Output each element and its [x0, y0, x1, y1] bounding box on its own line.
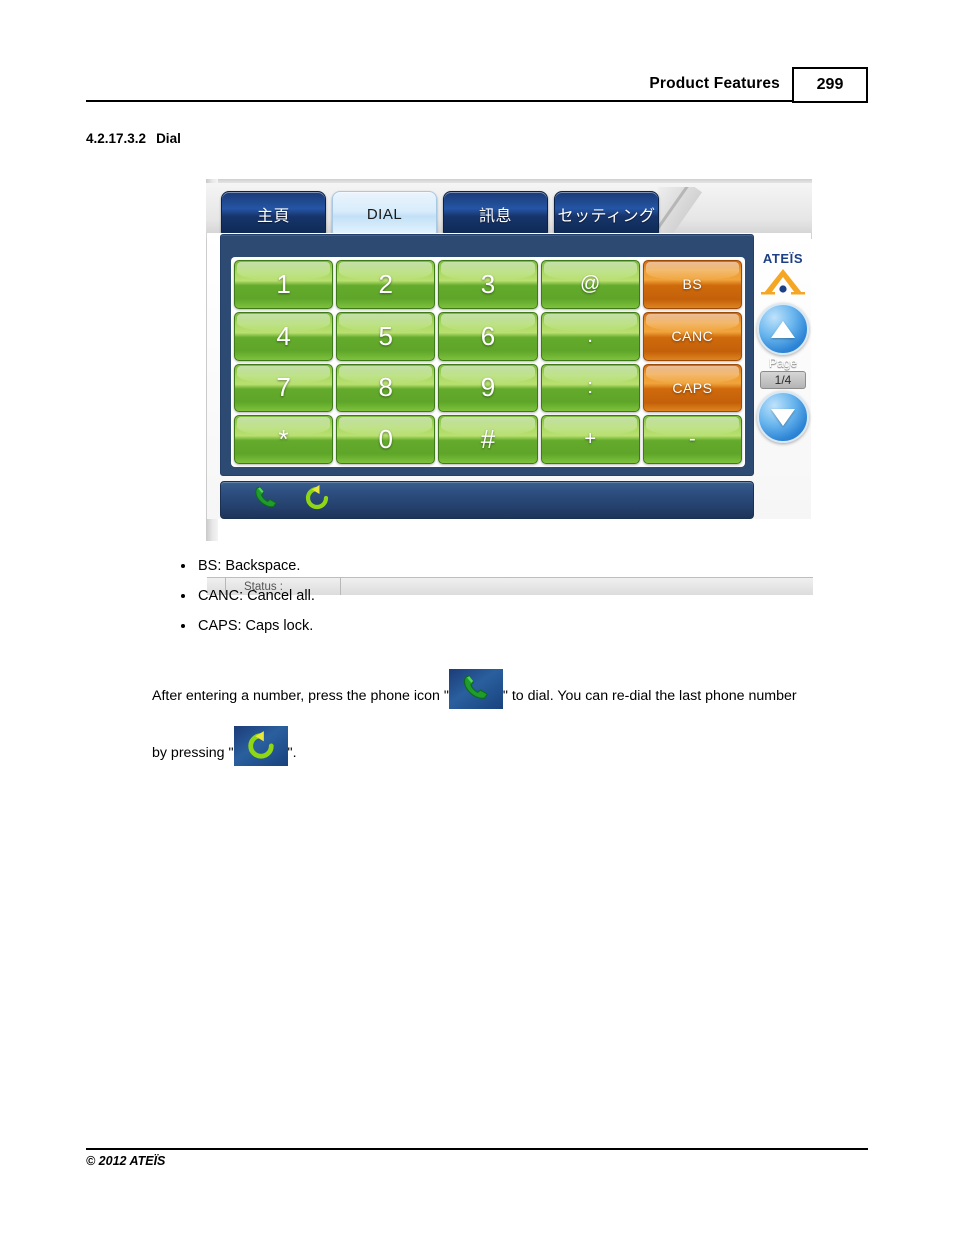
- footer-divider: [86, 1148, 868, 1150]
- key-caps[interactable]: CAPS: [642, 363, 742, 413]
- page-down-button[interactable]: [757, 391, 809, 443]
- brand-logo: ATEÏS: [755, 251, 811, 302]
- tab-messages-label: 訊息: [478, 208, 512, 225]
- list-item: CANC: Cancel all.: [177, 581, 677, 611]
- section-heading: 4.2.17.3.2 Dial: [86, 131, 181, 146]
- tab-settings-label: セッティング: [557, 208, 656, 225]
- tab-dial[interactable]: DIAL: [332, 191, 437, 237]
- paragraph-text-part3: by pressing ": [152, 745, 234, 761]
- footer-copyright: © 2012 ATEÏS: [86, 1154, 166, 1168]
- tab-home[interactable]: 主頁: [221, 191, 326, 237]
- page-header: Product Features 299: [86, 62, 868, 103]
- list-item: CAPS: Caps lock.: [177, 611, 677, 641]
- tab-strip: 主頁 DIAL 訊息 セッティング: [206, 183, 812, 243]
- key-6[interactable]: 6: [438, 311, 538, 361]
- tab-list: 主頁 DIAL 訊息 セッティング: [221, 191, 659, 239]
- key-1[interactable]: 1: [234, 260, 334, 309]
- paragraph-text-part4: ".: [287, 745, 297, 761]
- key-4[interactable]: 4: [234, 311, 334, 361]
- phone-handset-icon[interactable]: [251, 485, 281, 516]
- triangle-down-icon: [771, 408, 795, 426]
- keypad-grid: 1 2 3 @ BS 4 5 6 . CANC 7 8 9 : CAPS * 0…: [231, 257, 745, 467]
- key-8[interactable]: 8: [336, 363, 436, 413]
- key-asterisk[interactable]: *: [234, 415, 334, 464]
- legend-list: BS: Backspace. CANC: Cancel all. CAPS: C…: [177, 551, 677, 641]
- section-number: 4.2.17.3.2: [86, 131, 147, 146]
- tab-dial-label: DIAL: [366, 205, 403, 223]
- key-2[interactable]: 2: [336, 260, 436, 309]
- page-number-box: 299: [792, 67, 868, 103]
- tab-home-label: 主頁: [256, 208, 290, 225]
- tab-settings[interactable]: セッティング: [554, 191, 659, 237]
- action-bar: [220, 481, 754, 519]
- page-nav-label: Page: [768, 356, 798, 370]
- inline-redial-arrow-icon: [233, 726, 288, 767]
- body-paragraph: After entering a number, press the phone…: [152, 668, 862, 782]
- triangle-up-icon: [771, 320, 795, 338]
- key-hash[interactable]: #: [438, 415, 538, 464]
- side-column: ATEÏS Page 1/4: [755, 233, 811, 519]
- key-0[interactable]: 0: [336, 415, 436, 464]
- ateis-triangle-icon: [755, 267, 811, 302]
- page-navigation: Page 1/4: [755, 303, 811, 443]
- key-backspace[interactable]: BS: [642, 260, 742, 309]
- redial-arrow-icon[interactable]: [303, 484, 331, 516]
- section-title: Dial: [156, 131, 181, 146]
- list-item: BS: Backspace.: [177, 551, 677, 581]
- key-9[interactable]: 9: [438, 363, 538, 413]
- brand-name: ATEÏS: [762, 251, 804, 266]
- paragraph-text-part2: " to dial. You can re-dial the last phon…: [502, 688, 797, 704]
- key-period[interactable]: .: [540, 311, 640, 361]
- paragraph-text-part1: After entering a number, press the phone…: [152, 688, 449, 704]
- device-screenshot: 主頁 DIAL 訊息 セッティング 1 2 3 @ BS 4 5 6 . CAN…: [206, 179, 813, 595]
- device-screen: 1 2 3 @ BS 4 5 6 . CANC 7 8 9 : CAPS * 0…: [207, 233, 813, 595]
- key-3[interactable]: 3: [438, 260, 538, 309]
- key-cancel[interactable]: CANC: [642, 311, 742, 361]
- page-up-button[interactable]: [757, 303, 809, 355]
- key-5[interactable]: 5: [336, 311, 436, 361]
- key-plus[interactable]: +: [540, 415, 640, 464]
- keypad-panel: 1 2 3 @ BS 4 5 6 . CANC 7 8 9 : CAPS * 0…: [220, 234, 754, 476]
- header-divider: [86, 100, 868, 102]
- inline-phone-handset-icon: [448, 669, 503, 710]
- key-minus[interactable]: -: [642, 415, 742, 464]
- page-title: Product Features: [649, 75, 780, 92]
- page-indicator: 1/4: [760, 371, 806, 389]
- key-colon[interactable]: :: [540, 363, 640, 413]
- tab-messages[interactable]: 訊息: [443, 191, 548, 237]
- key-7[interactable]: 7: [234, 363, 334, 413]
- key-at[interactable]: @: [540, 260, 640, 309]
